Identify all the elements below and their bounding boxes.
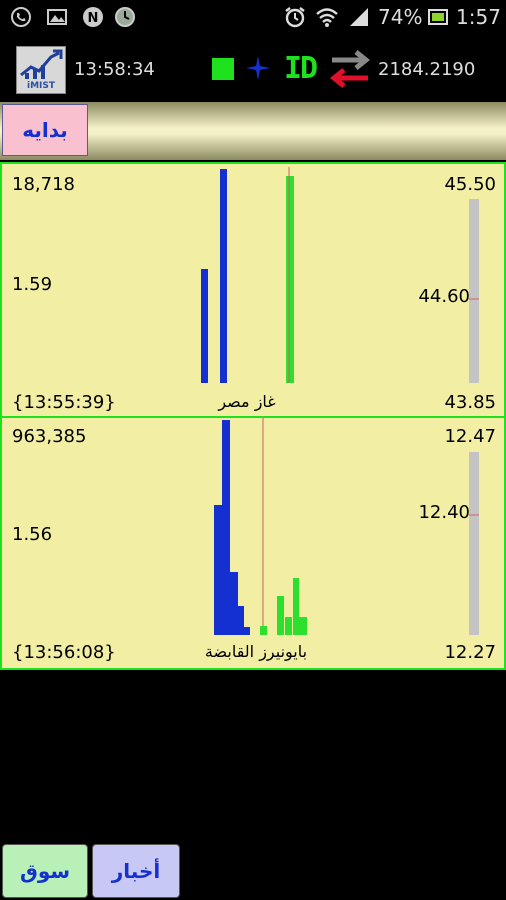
- svg-text:N: N: [88, 11, 99, 26]
- clock-time: 1:57: [456, 5, 501, 29]
- volume-label: 18,718: [12, 174, 75, 195]
- buy-bar: [220, 169, 227, 383]
- logo-text: iMIST: [26, 81, 55, 91]
- price-mid: 12.40: [418, 502, 470, 523]
- status-bar: N 74% 1:57: [0, 0, 506, 36]
- signal-icon: [350, 8, 368, 26]
- ratio-label: 1.56: [12, 524, 53, 545]
- news-button[interactable]: أخبار: [92, 844, 180, 898]
- price-high: 12.47: [444, 426, 496, 447]
- sell-bar: [290, 176, 294, 383]
- clock-app-icon: [115, 7, 135, 27]
- sell-bar: [299, 617, 307, 635]
- sell-bar: [277, 596, 284, 635]
- price-range-bar: [469, 199, 479, 383]
- green-square-indicator[interactable]: [212, 58, 234, 80]
- timestamp-label: {13:55:39}: [12, 392, 116, 413]
- chart-logo-icon: [20, 49, 63, 79]
- blue-plus-icon[interactable]: [244, 54, 272, 82]
- swap-arrows-icon[interactable]: [330, 50, 370, 88]
- buy-bar: [214, 505, 222, 635]
- stock-name: بايونيرز القابضة: [204, 642, 308, 661]
- n-icon: N: [83, 7, 103, 27]
- sell-bar: [285, 617, 292, 635]
- market-button[interactable]: سوق: [2, 844, 88, 898]
- buy-bar: [230, 572, 238, 635]
- gallery-icon: [47, 9, 67, 25]
- price-high: 45.50: [444, 174, 496, 195]
- imist-logo[interactable]: iMIST: [16, 46, 66, 94]
- buy-bar: [201, 269, 208, 383]
- index-value: 2184.2190: [378, 59, 476, 80]
- battery-percent: 74%: [378, 5, 423, 29]
- timestamp-label: {13:56:08}: [12, 642, 116, 663]
- ratio-label: 1.59: [12, 274, 53, 295]
- price-range-bar: [469, 452, 479, 635]
- price-low: 12.27: [444, 642, 496, 663]
- stock-panel-gas-misr[interactable]: 18,718 1.59 {13:55:39} غاز مصر 45.50 44.…: [2, 164, 504, 416]
- price-low: 43.85: [444, 392, 496, 413]
- bottom-bar: سوق أخبار: [0, 842, 506, 900]
- volume-label: 963,385: [12, 426, 87, 447]
- viber-icon: [11, 7, 31, 27]
- stock-panels: 18,718 1.59 {13:55:39} غاز مصر 45.50 44.…: [0, 162, 506, 670]
- header-time: 13:58:34: [74, 59, 155, 80]
- id-label[interactable]: ID: [284, 51, 318, 86]
- price-mid: 44.60: [418, 286, 470, 307]
- stock-chart-2: [214, 418, 479, 635]
- alarm-icon: [285, 7, 305, 28]
- stock-name: غاز مصر: [218, 392, 276, 411]
- nav-strip: بدايه: [0, 102, 506, 160]
- wifi-icon: [316, 8, 338, 27]
- sell-bar: [293, 578, 299, 635]
- buy-bar: [244, 627, 250, 635]
- stock-panel-pioneers[interactable]: 963,385 1.56 {13:56:08} بايونيرز القابضة…: [2, 416, 504, 670]
- battery-icon: [428, 9, 448, 25]
- app-header: iMIST 13:58:34 ID 2184.2190: [0, 36, 506, 100]
- sell-bar: [260, 626, 267, 635]
- buy-bar: [238, 606, 244, 635]
- buy-bar: [222, 420, 230, 635]
- start-button[interactable]: بدايه: [2, 104, 88, 156]
